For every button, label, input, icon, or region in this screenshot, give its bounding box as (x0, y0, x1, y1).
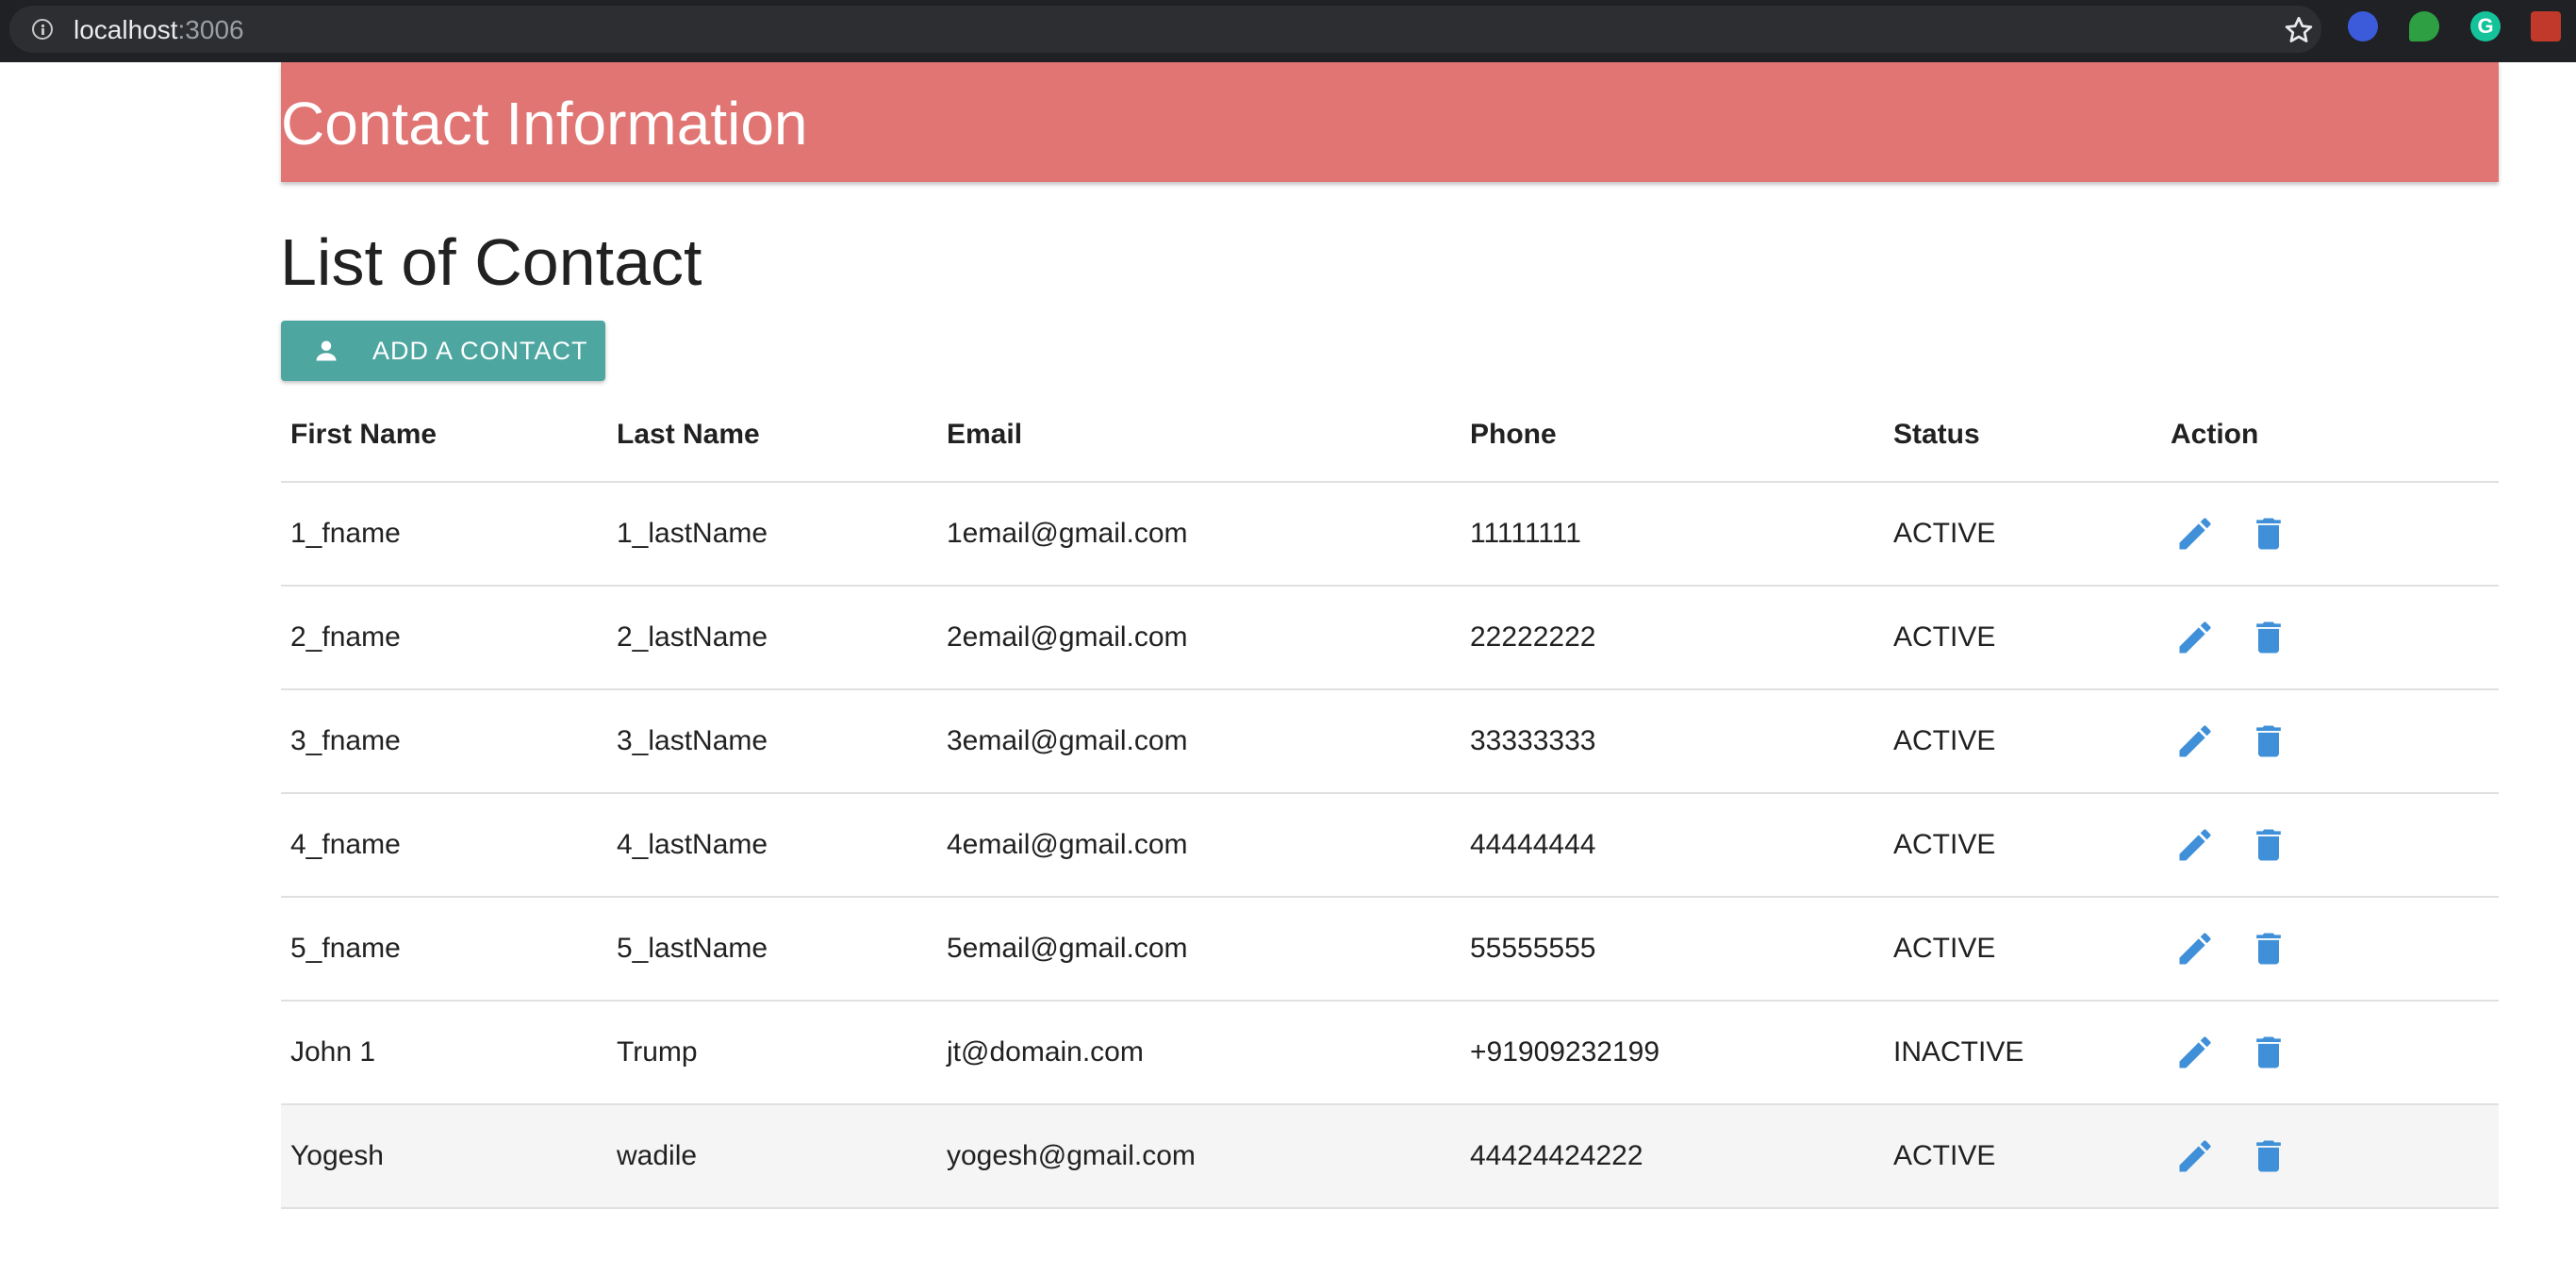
cell-action (2161, 482, 2499, 587)
cell-phone: 44424424222 (1461, 1104, 1884, 1209)
table-row: 2_fname 2_lastName 2email@gmail.com 2222… (281, 586, 2499, 690)
table-row: 3_fname 3_lastName 3email@gmail.com 3333… (281, 689, 2499, 794)
bookmark-star-icon[interactable] (2282, 13, 2316, 47)
table-header-row: First Name Last Name Email Phone Status … (281, 389, 2499, 483)
cell-email: 5email@gmail.com (937, 897, 1461, 1002)
table-row: 5_fname 5_lastName 5email@gmail.com 5555… (281, 897, 2499, 1002)
cell-last-name: 2_lastName (607, 586, 937, 690)
cell-last-name: 4_lastName (607, 793, 937, 898)
delete-icon[interactable] (2248, 928, 2289, 969)
delete-icon[interactable] (2248, 1135, 2289, 1177)
header-last-name: Last Name (607, 389, 937, 483)
header-phone: Phone (1461, 389, 1884, 483)
header-status: Status (1884, 389, 2161, 483)
cell-action (2161, 586, 2499, 690)
cell-email: 2email@gmail.com (937, 586, 1461, 690)
url-text[interactable]: localhost:3006 (74, 16, 244, 44)
cell-action (2161, 793, 2499, 898)
edit-icon[interactable] (2174, 1135, 2216, 1177)
cell-action (2161, 1001, 2499, 1105)
person-icon (316, 340, 337, 361)
browser-toolbar: localhost:3006 G (0, 0, 2576, 62)
cell-status: ACTIVE (1884, 793, 2161, 898)
cell-last-name: 5_lastName (607, 897, 937, 1002)
delete-icon[interactable] (2248, 617, 2289, 658)
extension-red-icon[interactable] (2531, 11, 2561, 41)
delete-icon[interactable] (2248, 720, 2289, 762)
table-row: 4_fname 4_lastName 4email@gmail.com 4444… (281, 793, 2499, 898)
app-header: Contact Information (281, 62, 2499, 182)
app-title: Contact Information (281, 90, 808, 157)
cell-first-name: John 1 (281, 1001, 607, 1105)
delete-icon[interactable] (2248, 1032, 2289, 1073)
extension-chat-icon[interactable] (2409, 11, 2439, 41)
cell-phone: 33333333 (1461, 689, 1884, 794)
cell-status: ACTIVE (1884, 482, 2161, 587)
cell-last-name: Trump (607, 1001, 937, 1105)
add-contact-button[interactable]: ADD A CONTACT (281, 321, 605, 381)
cell-email: 3email@gmail.com (937, 689, 1461, 794)
table-row: John 1 Trump jt@domain.com +91909232199 … (281, 1001, 2499, 1105)
page-title: List of Contact (280, 225, 702, 299)
header-first-name: First Name (281, 389, 607, 483)
header-email: Email (937, 389, 1461, 483)
cell-first-name: 3_fname (281, 689, 607, 794)
cell-first-name: 1_fname (281, 482, 607, 587)
cell-action (2161, 689, 2499, 794)
cell-action (2161, 1104, 2499, 1209)
cell-email: jt@domain.com (937, 1001, 1461, 1105)
edit-icon[interactable] (2174, 1032, 2216, 1073)
edit-icon[interactable] (2174, 824, 2216, 866)
cell-first-name: 5_fname (281, 897, 607, 1002)
edit-icon[interactable] (2174, 928, 2216, 969)
cell-status: ACTIVE (1884, 1104, 2161, 1209)
address-bar[interactable]: localhost:3006 (9, 6, 2321, 53)
edit-icon[interactable] (2174, 513, 2216, 555)
contacts-table: First Name Last Name Email Phone Status … (281, 389, 2499, 1209)
cell-status: ACTIVE (1884, 689, 2161, 794)
extension-globe-icon[interactable] (2348, 11, 2378, 41)
edit-icon[interactable] (2174, 617, 2216, 658)
edit-icon[interactable] (2174, 720, 2216, 762)
url-port: :3006 (177, 15, 244, 44)
cell-email: yogesh@gmail.com (937, 1104, 1461, 1209)
cell-phone: 11111111 (1461, 482, 1884, 587)
header-action: Action (2161, 389, 2499, 483)
cell-action (2161, 897, 2499, 1002)
cell-phone: 44444444 (1461, 793, 1884, 898)
cell-phone: 22222222 (1461, 586, 1884, 690)
cell-first-name: 4_fname (281, 793, 607, 898)
url-host: localhost (74, 15, 178, 44)
cell-status: ACTIVE (1884, 586, 2161, 690)
delete-icon[interactable] (2248, 513, 2289, 555)
cell-phone: 55555555 (1461, 897, 1884, 1002)
cell-last-name: 3_lastName (607, 689, 937, 794)
delete-icon[interactable] (2248, 824, 2289, 866)
add-contact-label: ADD A CONTACT (372, 337, 588, 365)
cell-last-name: 1_lastName (607, 482, 937, 587)
cell-first-name: Yogesh (281, 1104, 607, 1209)
cell-last-name: wadile (607, 1104, 937, 1209)
table-row: Yogesh wadile yogesh@gmail.com 444244242… (281, 1104, 2499, 1209)
table-row: 1_fname 1_lastName 1email@gmail.com 1111… (281, 482, 2499, 587)
info-icon[interactable] (32, 19, 53, 40)
cell-email: 1email@gmail.com (937, 482, 1461, 587)
cell-status: ACTIVE (1884, 897, 2161, 1002)
cell-first-name: 2_fname (281, 586, 607, 690)
cell-phone: +91909232199 (1461, 1001, 1884, 1105)
cell-status: INACTIVE (1884, 1001, 2161, 1105)
cell-email: 4email@gmail.com (937, 793, 1461, 898)
extension-grammarly-icon[interactable]: G (2470, 11, 2501, 41)
